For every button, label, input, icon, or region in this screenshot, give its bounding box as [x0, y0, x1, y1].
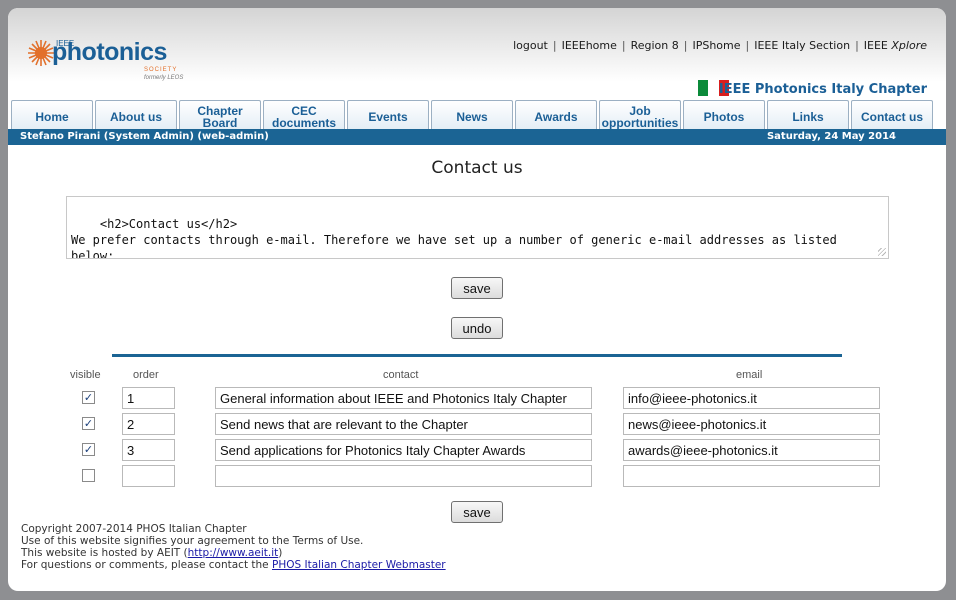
footer-hosted: This website is hosted by AEIT (http://w… — [21, 547, 446, 559]
email-input[interactable]: info@ieee-photonics.it — [623, 387, 880, 409]
undo-button[interactable]: undo — [451, 317, 503, 339]
footer-contact: For questions or comments, please contac… — [21, 559, 446, 571]
resize-grip-icon[interactable] — [878, 248, 886, 256]
contact-input[interactable] — [215, 465, 592, 487]
photonics-society-logo[interactable]: IEEE photonics SOCIETY formerly LEOS — [26, 36, 186, 84]
tab-contact-us[interactable]: Contact us — [851, 100, 933, 129]
ieee-xplore-link[interactable]: IEEE Xplore — [864, 39, 927, 52]
content-editor[interactable]: <h2>Contact us</h2> We prefer contacts t… — [66, 196, 889, 259]
logout-link[interactable]: logout — [513, 39, 548, 52]
contact-input[interactable]: General information about IEEE and Photo… — [215, 387, 592, 409]
order-input[interactable]: 1 — [122, 387, 175, 409]
top-links: logout | IEEEhome | Region 8 | IPShome | IEEE It… — [513, 39, 927, 52]
main-nav: Home About us Chapter Board CEC document… — [11, 100, 941, 129]
visible-checkbox[interactable]: ✓ — [82, 443, 95, 456]
user-bar: Stefano Pirani (System Admin) (web-admin… — [8, 129, 946, 145]
tab-events[interactable]: Events — [347, 100, 429, 129]
save-button[interactable]: save — [451, 277, 503, 299]
tab-chapter-board[interactable]: Chapter Board — [179, 100, 261, 129]
tab-cec-documents[interactable]: CEC documents — [263, 100, 345, 129]
footer-copyright: Copyright 2007-2014 PHOS Italian Chapter — [21, 523, 247, 535]
tab-job-opportunities[interactable]: Job opportunities — [599, 100, 681, 129]
footer-contact-text: For questions or comments, please contac… — [21, 559, 272, 571]
visible-checkbox[interactable]: ✓ — [82, 417, 95, 430]
contact-input[interactable]: Send applications for Photonics Italy Ch… — [215, 439, 592, 461]
ipshome-link[interactable]: IPShome — [692, 39, 740, 52]
logo-society-text: SOCIETY — [144, 67, 178, 73]
email-input[interactable]: news@ieee-photonics.it — [623, 413, 880, 435]
webmaster-link[interactable]: PHOS Italian Chapter Webmaster — [272, 559, 446, 571]
divider — [112, 354, 842, 357]
contact-input[interactable]: Send news that are relevant to the Chapt… — [215, 413, 592, 435]
chapter-title: IEEE Photonics Italy Chapter — [718, 82, 927, 97]
tab-awards[interactable]: Awards — [515, 100, 597, 129]
header: IEEE photonics SOCIETY formerly LEOS log… — [8, 8, 946, 100]
ieee-italy-section-link[interactable]: IEEE Italy Section — [754, 39, 850, 52]
current-user: Stefano Pirani (System Admin) (web-admin… — [20, 131, 269, 142]
aeit-link[interactable]: http://www.aeit.it — [188, 547, 279, 559]
order-input[interactable]: 3 — [122, 439, 175, 461]
save-button-bottom[interactable]: save — [451, 501, 503, 523]
footer: Copyright 2007-2014 PHOS Italian Chapter… — [21, 523, 446, 571]
tab-links[interactable]: Links — [767, 100, 849, 129]
logo-formerly-text: formerly LEOS — [144, 75, 184, 81]
tab-news[interactable]: News — [431, 100, 513, 129]
region8-link[interactable]: Region 8 — [631, 39, 679, 52]
footer-terms: Use of this website signifies your agree… — [21, 535, 364, 547]
page-frame: IEEE photonics SOCIETY formerly LEOS log… — [8, 8, 946, 591]
tab-home[interactable]: Home — [11, 100, 93, 129]
column-header-order: order — [133, 369, 159, 381]
column-header-visible: visible — [70, 369, 101, 381]
email-input[interactable]: awards@ieee-photonics.it — [623, 439, 880, 461]
tab-about-us[interactable]: About us — [95, 100, 177, 129]
page-title: Contact us — [431, 158, 523, 178]
order-input[interactable]: 2 — [122, 413, 175, 435]
editor-text: <h2>Contact us</h2> We prefer contacts t… — [71, 217, 837, 259]
column-header-email: email — [736, 369, 763, 381]
footer-hosted-text: This website is hosted by AEIT ( — [21, 547, 188, 559]
order-input[interactable] — [122, 465, 175, 487]
visible-checkbox[interactable]: ✓ — [82, 391, 95, 404]
column-header-contact: contact — [383, 369, 419, 381]
email-input[interactable] — [623, 465, 880, 487]
ieeehome-link[interactable]: IEEEhome — [562, 39, 617, 52]
footer-hosted-close: ) — [278, 547, 283, 559]
current-date: Saturday, 24 May 2014 — [766, 131, 896, 142]
visible-checkbox[interactable] — [82, 469, 95, 482]
logo-photonics-text: photonics — [52, 38, 167, 66]
xplore-text: Xplore — [891, 39, 927, 52]
tab-photos[interactable]: Photos — [683, 100, 765, 129]
xplore-ieee-text: IEEE — [863, 39, 888, 52]
